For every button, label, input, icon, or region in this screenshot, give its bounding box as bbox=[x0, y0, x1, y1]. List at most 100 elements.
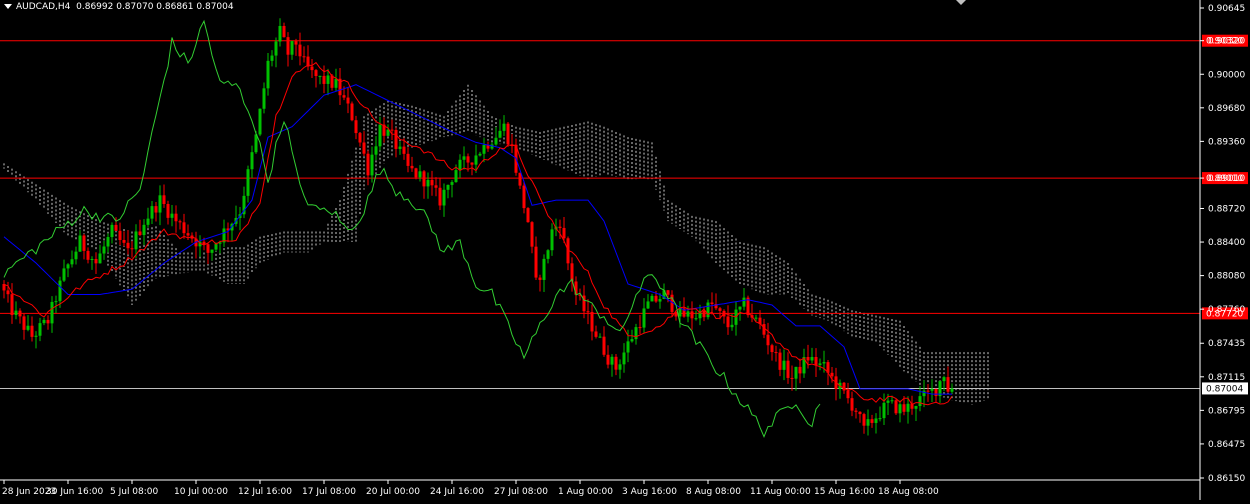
candle-body bbox=[842, 382, 846, 391]
candle-body bbox=[70, 259, 74, 265]
candle-body bbox=[390, 129, 394, 131]
candle-body bbox=[950, 388, 954, 392]
candle-body bbox=[258, 108, 262, 135]
dropdown-triangle-icon[interactable] bbox=[4, 4, 12, 9]
candle-body bbox=[522, 185, 526, 209]
candle-body bbox=[478, 153, 482, 156]
candle-body bbox=[618, 364, 622, 370]
candle-body bbox=[878, 418, 882, 420]
candle-body bbox=[718, 308, 722, 311]
candle-body bbox=[506, 123, 510, 145]
candle-body bbox=[130, 248, 134, 250]
candle-body bbox=[22, 316, 26, 330]
candle-body bbox=[430, 179, 434, 186]
candle-body bbox=[398, 146, 402, 149]
y-tick-label: 0.88400 bbox=[1208, 238, 1245, 248]
candle-body bbox=[782, 360, 786, 370]
candle-body bbox=[318, 75, 322, 77]
y-tick-label: 0.87760 bbox=[1208, 305, 1245, 315]
candle-body bbox=[354, 120, 358, 134]
candle-body bbox=[642, 308, 646, 328]
candle-body bbox=[546, 250, 550, 259]
candle-body bbox=[270, 55, 274, 61]
candle-body bbox=[402, 146, 406, 154]
candle-body bbox=[438, 187, 442, 206]
candle-body bbox=[474, 155, 478, 165]
candle-body bbox=[466, 156, 470, 163]
candle-body bbox=[406, 153, 410, 166]
candle-body bbox=[150, 206, 154, 219]
candle-body bbox=[882, 402, 886, 419]
candle-body bbox=[766, 334, 770, 346]
candle-body bbox=[794, 366, 798, 379]
candle-body bbox=[898, 404, 902, 414]
current-price-label: 0.87004 bbox=[1206, 384, 1243, 394]
candle-body bbox=[874, 418, 878, 423]
candle-body bbox=[310, 66, 314, 71]
candle-body bbox=[394, 129, 398, 149]
candle-body bbox=[918, 396, 922, 407]
ichimoku-candlestick-chart[interactable]: 0.903200.890100.877200.87004 0.906450.90… bbox=[0, 0, 1250, 500]
candle-body bbox=[754, 317, 758, 319]
x-tick-label: 10 Jul 00:00 bbox=[174, 487, 228, 497]
candle-body bbox=[6, 290, 10, 295]
candle-body bbox=[158, 195, 162, 213]
chart-area[interactable]: 0.90320 0.89010 0.87720 0.87004 0.90645 0.90… bbox=[0, 0, 1250, 500]
candle-body bbox=[358, 133, 362, 143]
candle-body bbox=[930, 388, 934, 391]
candle-body bbox=[166, 204, 170, 218]
candle-body bbox=[78, 235, 82, 252]
candle-body bbox=[182, 222, 186, 234]
ohlc-values: 0.86992 0.87070 0.86861 0.87004 bbox=[76, 2, 234, 12]
chart-background bbox=[0, 0, 1250, 500]
x-tick-label: 27 Jul 08:00 bbox=[494, 487, 548, 497]
x-tick-label: 30 Jun 16:00 bbox=[46, 487, 103, 497]
candle-body bbox=[502, 123, 506, 131]
candle-body bbox=[666, 290, 670, 295]
candle-body bbox=[830, 372, 834, 377]
candle-body bbox=[374, 146, 378, 155]
candle-body bbox=[650, 295, 654, 302]
candle-body bbox=[538, 277, 542, 280]
x-tick-label: 15 Aug 16:00 bbox=[814, 487, 875, 497]
chart-header: AUDCAD,H4 0.86992 0.87070 0.86861 0.8700… bbox=[4, 2, 234, 12]
candle-body bbox=[10, 294, 14, 316]
candle-body bbox=[370, 154, 374, 176]
candle-body bbox=[330, 75, 334, 88]
candle-body bbox=[858, 411, 862, 415]
candle-body bbox=[854, 410, 858, 412]
candle-body bbox=[290, 41, 294, 55]
candle-body bbox=[646, 301, 650, 309]
candle-body bbox=[302, 56, 306, 58]
candle-body bbox=[606, 354, 610, 365]
candle-body bbox=[154, 206, 158, 213]
candle-body bbox=[446, 184, 450, 190]
symbol-timeframe: AUDCAD,H4 bbox=[16, 2, 71, 12]
candle-body bbox=[362, 142, 366, 154]
candle-body bbox=[778, 352, 782, 370]
candle-body bbox=[730, 324, 734, 328]
candle-body bbox=[146, 218, 150, 225]
candle-body bbox=[442, 189, 446, 206]
candle-body bbox=[850, 398, 854, 411]
candle-body bbox=[118, 230, 122, 240]
candle-body bbox=[126, 242, 130, 249]
candle-body bbox=[526, 208, 530, 223]
candle-body bbox=[82, 235, 86, 251]
candle-body bbox=[178, 221, 182, 223]
candle-body bbox=[610, 356, 614, 365]
y-tick-label: 0.88080 bbox=[1208, 272, 1245, 282]
candle-body bbox=[266, 60, 270, 89]
candle-body bbox=[86, 250, 90, 260]
candle-body bbox=[202, 241, 206, 245]
candle-body bbox=[366, 153, 370, 176]
y-tick-label: 0.89010 bbox=[1208, 174, 1245, 184]
candle-body bbox=[926, 390, 930, 392]
candle-body bbox=[626, 341, 630, 353]
candle-body bbox=[114, 224, 118, 231]
candle-body bbox=[518, 172, 522, 186]
candle-body bbox=[98, 253, 102, 264]
candle-body bbox=[690, 311, 694, 319]
candle-body bbox=[426, 179, 430, 187]
candle-body bbox=[110, 224, 114, 238]
